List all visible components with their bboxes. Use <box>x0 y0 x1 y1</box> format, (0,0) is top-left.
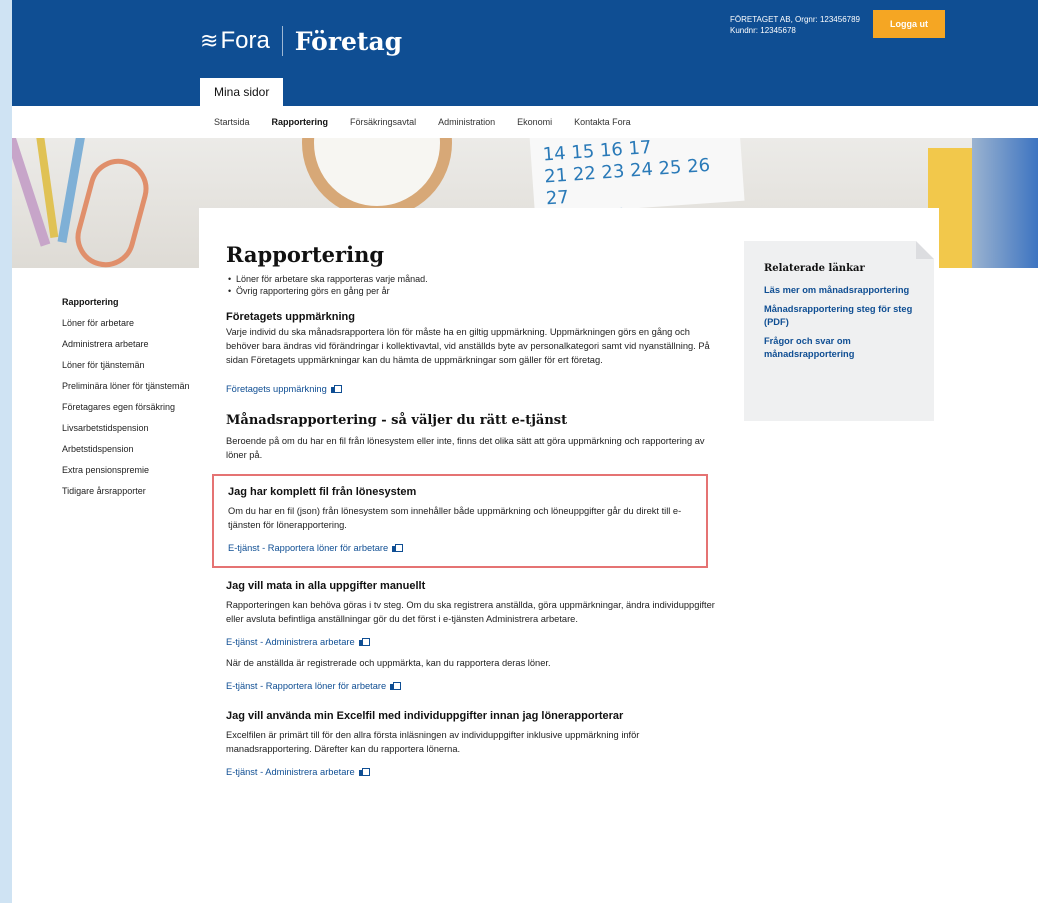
customer-number: Kundnr: 12345678 <box>730 26 796 35</box>
markup-section: Företagets uppmärkning Varje individ du … <box>226 311 721 397</box>
leftnav-item-extra-pensionspremie[interactable]: Extra pensionspremie <box>62 464 202 476</box>
markup-heading: Företagets uppmärkning <box>226 311 355 323</box>
leftnav-item-livsarbetstidspension[interactable]: Livsarbetstidspension <box>62 422 202 434</box>
manual-link-rapportera[interactable]: E-tjänst - Rapportera löner för arbetare <box>226 681 402 691</box>
logo-divider <box>281 26 283 56</box>
file-text: Om du har en fil (json) från lönesystem … <box>228 506 682 530</box>
subnav-administration[interactable]: Administration <box>438 117 495 127</box>
main-content: Rapportering Löner för arbetare ska rapp… <box>212 242 721 792</box>
page: ≋ Fora Företag FÖRETAGET AB, Orgnr: 1234… <box>12 0 1038 903</box>
glasses-illustration <box>68 152 156 268</box>
subnav-forsakringsavtal[interactable]: Försäkringsavtal <box>350 117 416 127</box>
clock-illustration <box>302 138 452 218</box>
manual-heading: Jag vill mata in alla uppgifter manuellt <box>226 580 426 592</box>
logo-fora-text: Fora <box>220 27 270 54</box>
company-name: FÖRETAGET AB, Orgnr: 123456789 <box>730 15 860 24</box>
related-link-las-mer[interactable]: Läs mer om månadsrapportering <box>764 284 914 297</box>
external-link-icon <box>358 768 370 776</box>
file-heading: Jag har komplett fil från lönesystem <box>228 486 417 498</box>
leftnav-item-preliminara-loner[interactable]: Preliminära löner för tjänstemän <box>62 380 202 392</box>
company-info: FÖRETAGET AB, Orgnr: 123456789 Kundnr: 1… <box>730 14 860 36</box>
manual-text-2: När de anställda är registrerade och upp… <box>226 658 551 668</box>
list-item: Övrig rapportering görs en gång per år <box>226 285 721 297</box>
tab-mina-sidor[interactable]: Mina sidor <box>200 78 284 106</box>
logo-foretag-text: Företag <box>294 26 403 56</box>
external-link-icon <box>390 682 402 690</box>
file-option-box: Jag har komplett fil från lönesystem Om … <box>212 474 708 568</box>
file-link-label: E-tjänst - Rapportera löner för arbetare <box>228 543 389 553</box>
related-link-fragor-svar[interactable]: Frågor och svar om månadsrapportering <box>764 335 914 361</box>
markup-text: Varje individ du ska månadsrapportera lö… <box>226 327 710 365</box>
excel-text: Excelfilen är primärt till för den allra… <box>226 730 640 754</box>
leftnav-item-tidigare-arsrapporter[interactable]: Tidigare årsrapporter <box>62 485 202 497</box>
left-navigation: Rapportering Löner för arbetare Administ… <box>62 296 202 506</box>
monthly-section: Månadsrapportering - så väljer du rätt e… <box>226 413 721 462</box>
manual-link-label: E-tjänst - Rapportera löner för arbetare <box>226 681 387 691</box>
excel-link-label: E-tjänst - Administrera arbetare <box>226 767 355 777</box>
leftnav-item-loner-arbetare[interactable]: Löner för arbetare <box>62 317 202 329</box>
sub-navigation: Startsida Rapportering Försäkringsavtal … <box>12 106 1038 138</box>
monthly-text: Beroende på om du har en fil från lönesy… <box>226 436 705 460</box>
related-links-box: Relaterade länkar Läs mer om månadsrappo… <box>744 241 934 421</box>
related-link-steg-for-steg[interactable]: Månadsrapportering steg för steg (PDF) <box>764 303 914 329</box>
leftnav-item-foretagares-forsakring[interactable]: Företagares egen försäkring <box>62 401 202 413</box>
manual-text: Rapporteringen kan behöva göras i tv ste… <box>226 600 715 624</box>
leftnav-item-rapportering[interactable]: Rapportering <box>62 296 202 308</box>
monthly-heading: Månadsrapportering - så väljer du rätt e… <box>226 413 568 428</box>
fora-logo[interactable]: ≋ Fora Företag <box>200 26 402 56</box>
logout-button[interactable]: Logga ut <box>873 10 945 38</box>
related-title: Relaterade länkar <box>764 263 865 274</box>
external-link-icon <box>330 385 342 393</box>
subnav-ekonomi[interactable]: Ekonomi <box>517 117 552 127</box>
fora-logo-icon: ≋ <box>200 28 218 53</box>
subnav-rapportering[interactable]: Rapportering <box>272 117 329 127</box>
excel-section: Jag vill använda min Excelfil med indivi… <box>226 710 721 780</box>
leftnav-item-administrera-arbetare[interactable]: Administrera arbetare <box>62 338 202 350</box>
intro-list: Löner för arbetare ska rapporteras varje… <box>226 273 721 297</box>
page-title: Rapportering <box>226 242 385 267</box>
binder-illustration <box>972 138 1038 268</box>
subnav-startsida[interactable]: Startsida <box>214 117 250 127</box>
external-link-icon <box>358 638 370 646</box>
excel-link[interactable]: E-tjänst - Administrera arbetare <box>226 767 370 777</box>
subnav-kontakta-fora[interactable]: Kontakta Fora <box>574 117 631 127</box>
manual-link-label: E-tjänst - Administrera arbetare <box>226 637 355 647</box>
list-item: Löner för arbetare ska rapporteras varje… <box>226 273 721 285</box>
leftnav-item-arbetstidspension[interactable]: Arbetstidspension <box>62 443 202 455</box>
markup-link-label: Företagets uppmärkning <box>226 384 327 394</box>
manual-section: Jag vill mata in alla uppgifter manuellt… <box>226 580 721 694</box>
calendar-illustration: 14 15 16 17 21 22 23 24 25 26 27 28 29 3… <box>529 138 745 231</box>
top-header: ≋ Fora Företag FÖRETAGET AB, Orgnr: 1234… <box>12 0 1038 106</box>
file-link[interactable]: E-tjänst - Rapportera löner för arbetare <box>228 543 404 553</box>
external-link-icon <box>392 544 404 552</box>
content-card: Rapportering Löner för arbetare ska rapp… <box>199 208 939 903</box>
leftnav-item-loner-tjansteman[interactable]: Löner för tjänstemän <box>62 359 202 371</box>
manual-link-administrera[interactable]: E-tjänst - Administrera arbetare <box>226 637 370 647</box>
excel-heading: Jag vill använda min Excelfil med indivi… <box>226 710 624 722</box>
markup-link[interactable]: Företagets uppmärkning <box>226 384 342 394</box>
